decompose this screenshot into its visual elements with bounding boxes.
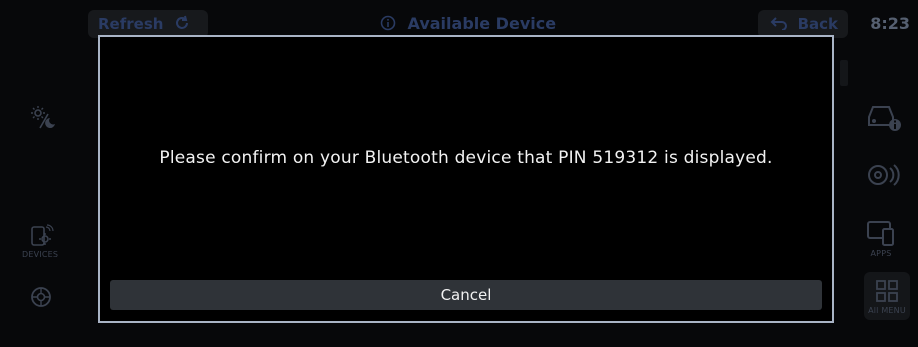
apps-button[interactable]: APPS bbox=[865, 219, 897, 258]
devices-icon bbox=[31, 224, 54, 246]
back-arrow-icon bbox=[770, 17, 788, 31]
brightness-button[interactable] bbox=[28, 104, 58, 130]
title-text: Available Device bbox=[407, 14, 557, 33]
pin-confirm-dialog: Please confirm on your Bluetooth device … bbox=[98, 35, 834, 323]
devices-button[interactable]: DEVICES bbox=[22, 224, 58, 259]
sound-icon bbox=[868, 164, 900, 186]
page-title: Available Device bbox=[88, 10, 848, 38]
right-rail: APPS All MENU bbox=[832, 0, 918, 347]
settings-button[interactable] bbox=[28, 284, 54, 310]
dialog-message: Please confirm on your Bluetooth device … bbox=[159, 148, 773, 168]
grid-icon bbox=[876, 279, 898, 302]
apps-label: APPS bbox=[870, 249, 892, 258]
apps-icon bbox=[867, 221, 894, 246]
car-info-icon bbox=[868, 106, 901, 131]
all-menu-button[interactable]: All MENU bbox=[864, 272, 910, 320]
head-unit-screen: Refresh Available Device Back 8:23 DEVIC… bbox=[0, 0, 918, 347]
header-bar: Refresh Available Device Back bbox=[88, 10, 848, 38]
cancel-button[interactable]: Cancel bbox=[110, 280, 822, 310]
devices-label: DEVICES bbox=[22, 250, 59, 259]
settings-icon bbox=[31, 287, 51, 307]
brightness-icon bbox=[31, 106, 55, 129]
info-icon bbox=[380, 15, 396, 31]
all-menu-label: All MENU bbox=[868, 305, 906, 315]
car-info-button[interactable] bbox=[865, 101, 903, 133]
left-rail: DEVICES bbox=[0, 0, 86, 347]
sound-button[interactable] bbox=[866, 162, 902, 188]
